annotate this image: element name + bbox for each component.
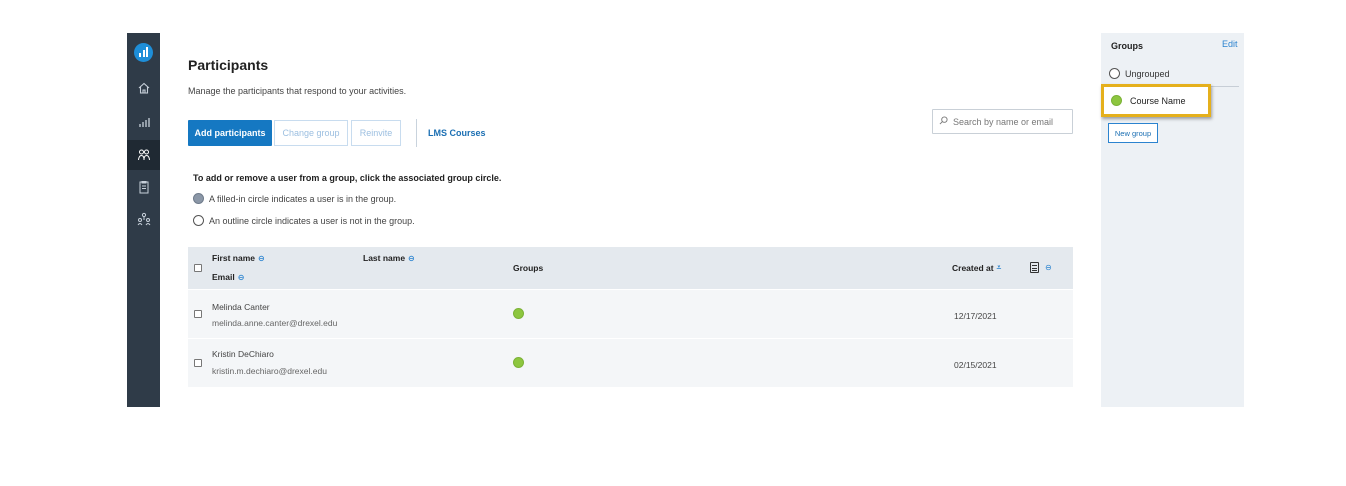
created-at-header[interactable]: Created at ⩡ — [952, 263, 1001, 273]
group-membership-circle[interactable] — [513, 308, 524, 319]
group-item-course-name[interactable]: Course Name — [1101, 84, 1211, 117]
sort-descending-icon[interactable]: ⩡ — [997, 263, 1002, 273]
sort-icon[interactable]: ⊖ — [258, 254, 265, 263]
select-all-checkbox[interactable] — [194, 264, 202, 272]
search-icon — [939, 116, 948, 127]
created-date: 12/17/2021 — [954, 311, 997, 321]
participant-name: Kristin DeChiaro — [212, 349, 274, 359]
participants-icon[interactable] — [127, 140, 160, 170]
filled-circle-icon — [193, 193, 204, 204]
group-hint-heading: To add or remove a user from a group, cl… — [193, 173, 502, 183]
participant-email: melinda.anne.canter@drexel.edu — [212, 318, 338, 328]
row-checkbox[interactable] — [194, 310, 202, 318]
columns-icon[interactable] — [1030, 262, 1039, 273]
sort-icon[interactable]: ⊖ — [1045, 263, 1052, 272]
filled-circle-icon — [1111, 95, 1122, 106]
app-window: Participants Manage the participants tha… — [127, 33, 1244, 407]
main-content: Participants Manage the participants tha… — [160, 33, 1080, 407]
participant-name: Melinda Canter — [212, 302, 270, 312]
nav-rail — [127, 33, 160, 407]
logo-icon[interactable] — [134, 43, 153, 62]
toolbar-divider — [416, 119, 417, 147]
created-date: 02/15/2021 — [954, 360, 997, 370]
search-input[interactable]: Search by name or email — [932, 109, 1073, 134]
table-row[interactable]: Kristin DeChiaro kristin.m.dechiaro@drex… — [188, 339, 1073, 387]
lms-courses-link[interactable]: LMS Courses — [428, 128, 486, 138]
sort-icon[interactable]: ⊖ — [408, 254, 415, 263]
activities-icon[interactable] — [127, 107, 160, 137]
new-group-button[interactable]: New group — [1108, 123, 1158, 143]
email-header[interactable]: Email ⊖ — [212, 272, 244, 282]
change-group-button[interactable]: Change group — [274, 120, 348, 146]
reports-icon[interactable] — [127, 172, 160, 202]
hint-outline-text: An outline circle indicates a user is no… — [209, 215, 415, 226]
home-icon[interactable] — [127, 73, 160, 103]
search-placeholder: Search by name or email — [953, 116, 1054, 127]
team-icon[interactable] — [127, 204, 160, 234]
reinvite-button[interactable]: Reinvite — [351, 120, 401, 146]
groups-panel: Groups Edit Ungrouped Course Name New gr… — [1101, 33, 1244, 407]
outline-circle-icon — [193, 215, 204, 226]
page-subtitle: Manage the participants that respond to … — [188, 86, 407, 96]
last-name-header[interactable]: Last name ⊖ — [363, 253, 415, 263]
group-item-label: Course Name — [1130, 95, 1186, 106]
group-item-label: Ungrouped — [1125, 68, 1170, 79]
row-checkbox[interactable] — [194, 359, 202, 367]
last-name-header-label: Last name — [363, 253, 406, 263]
add-participants-button[interactable]: Add participants — [188, 120, 272, 146]
groups-header: Groups — [513, 263, 544, 273]
first-name-header-label: First name — [212, 253, 255, 263]
created-at-header-label: Created at — [952, 263, 994, 273]
group-membership-circle[interactable] — [513, 357, 524, 368]
hint-filled-text: A filled-in circle indicates a user is i… — [209, 193, 397, 204]
hint-outline: An outline circle indicates a user is no… — [193, 215, 415, 226]
groups-panel-title: Groups — [1111, 41, 1144, 51]
sort-icon[interactable]: ⊖ — [238, 273, 245, 282]
first-name-header[interactable]: First name ⊖ — [212, 253, 265, 263]
edit-groups-link[interactable]: Edit — [1222, 39, 1238, 49]
outline-circle-icon — [1109, 68, 1120, 79]
hint-filled: A filled-in circle indicates a user is i… — [193, 193, 396, 204]
table-row[interactable]: Melinda Canter melinda.anne.canter@drexe… — [188, 290, 1073, 338]
email-header-label: Email — [212, 272, 235, 282]
group-item-ungrouped[interactable]: Ungrouped — [1109, 68, 1170, 79]
page-title: Participants — [188, 57, 269, 73]
table-header: First name ⊖ Last name ⊖ Email ⊖ Groups … — [188, 247, 1073, 289]
participant-email: kristin.m.dechiaro@drexel.edu — [212, 366, 327, 376]
